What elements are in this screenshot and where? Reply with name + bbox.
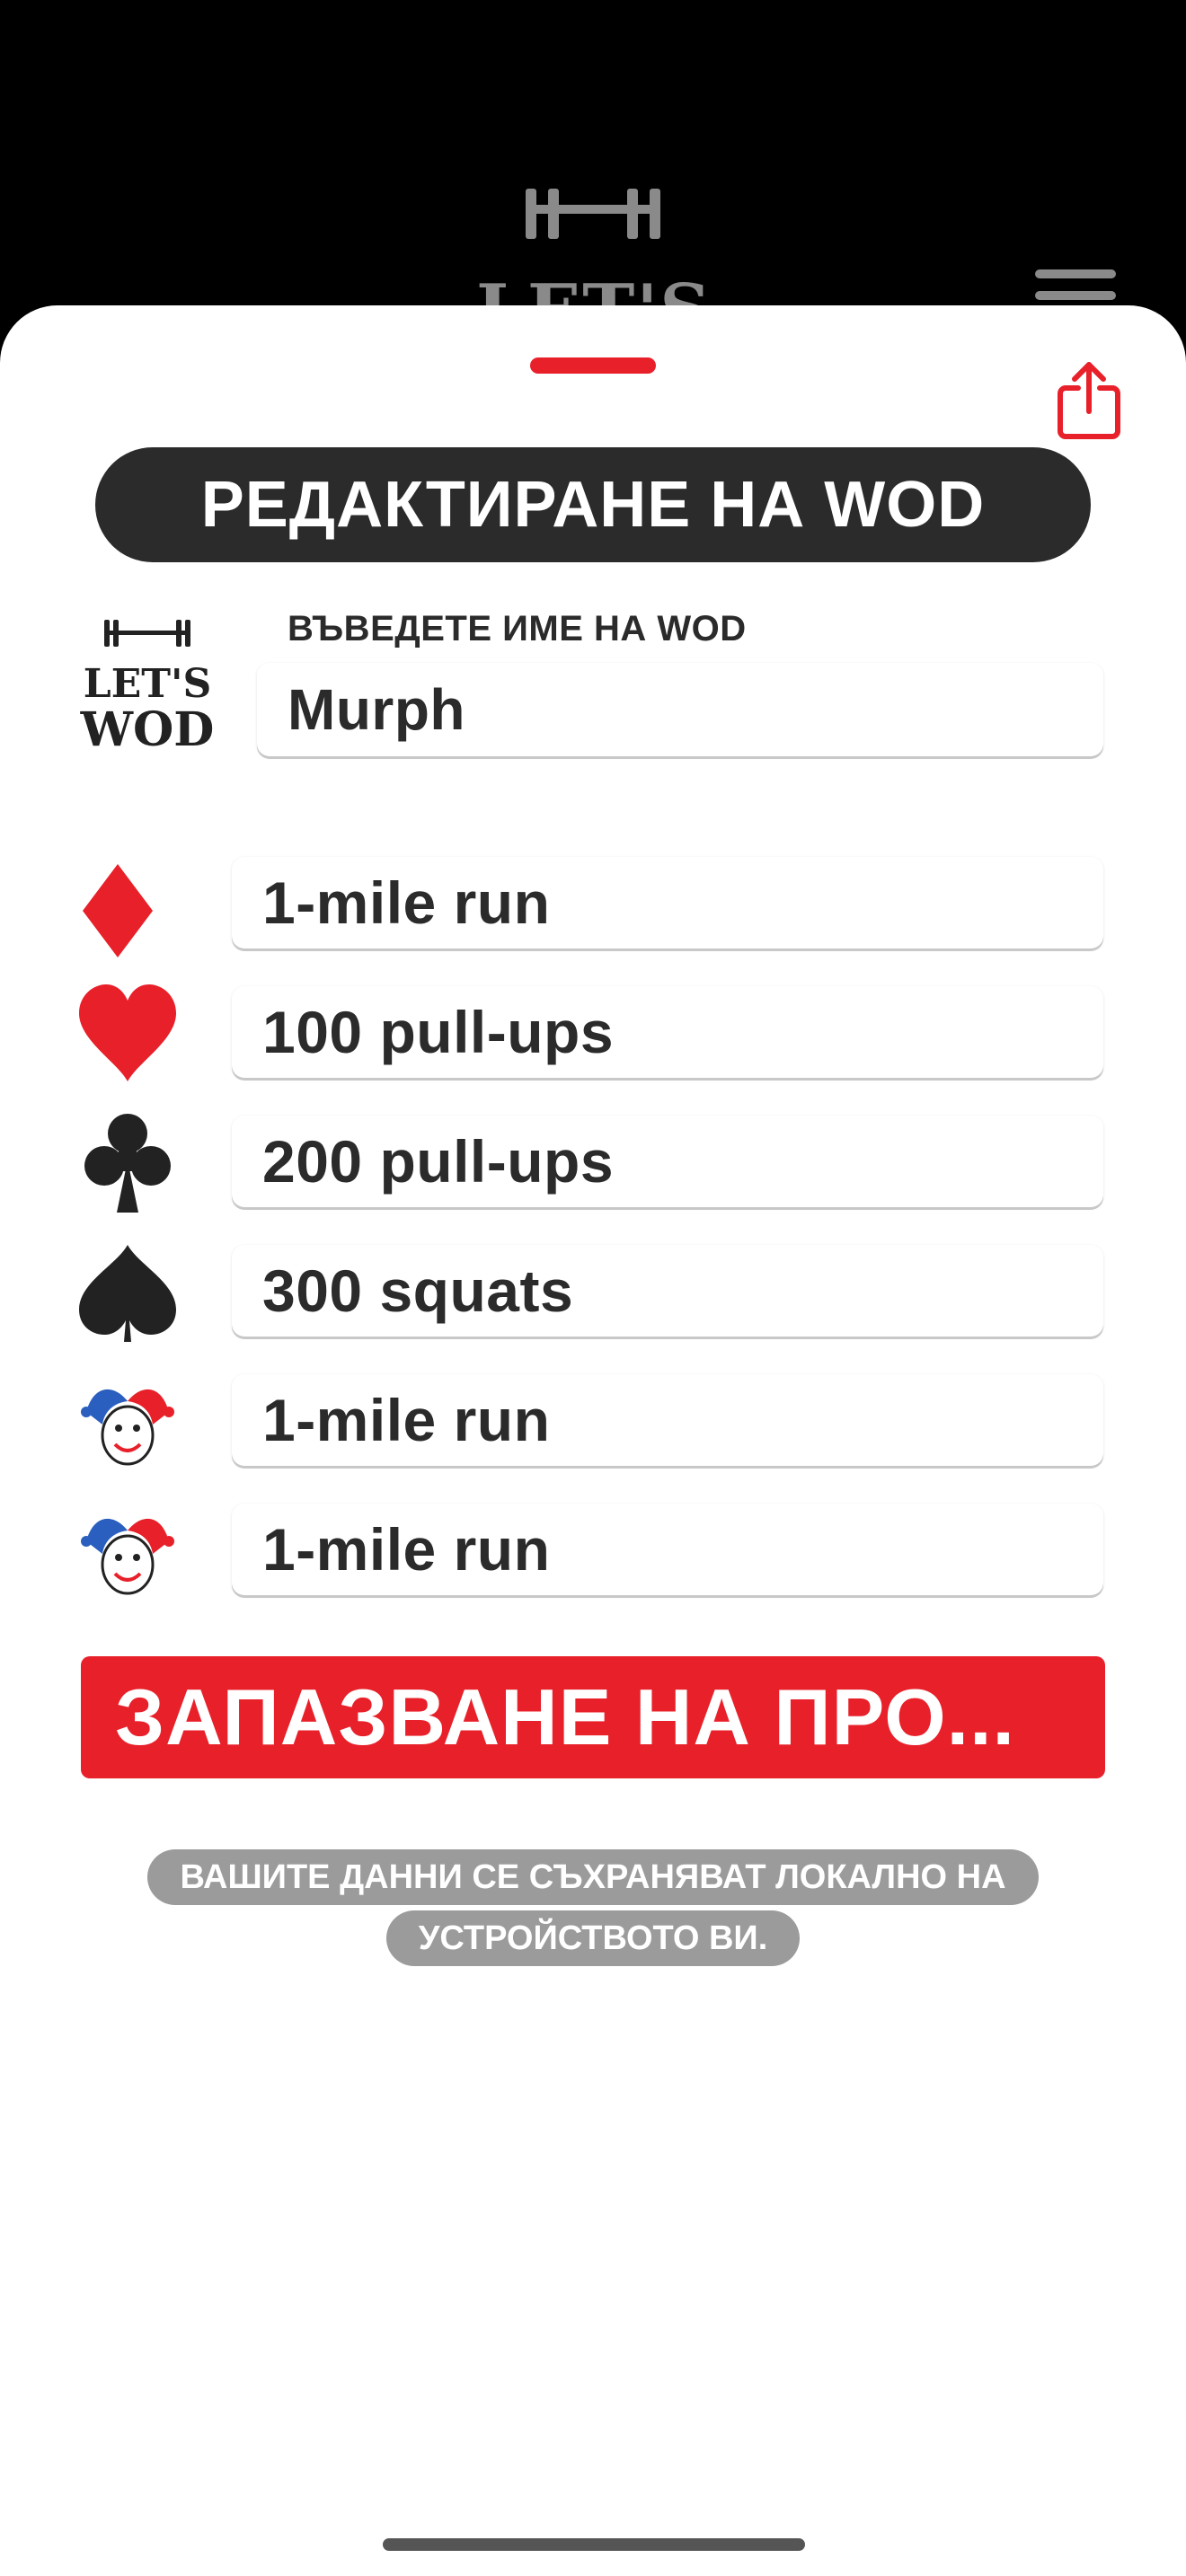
exercise-value: 100 pull-ups	[262, 999, 615, 1065]
wod-name-value: Murph	[288, 677, 465, 742]
lets-wod-logo: LET'S WOD	[77, 616, 217, 757]
wod-name-label: ВЪВЕДЕТЕ ИМЕ НА WOD	[288, 609, 747, 648]
local-storage-note-text: ВАШИТЕ ДАННИ СЕ СЪХРАНЯВАТ ЛОКАЛНО НА УС…	[147, 1849, 1039, 1966]
exercise-value: 300 squats	[262, 1257, 574, 1324]
exercise-field-4[interactable]: 300 squats	[232, 1245, 1103, 1337]
edit-wod-sheet: РЕДАКТИРАНЕ НА WOD LET'S WOD ВЪВЕДЕТЕ ИМ…	[0, 305, 1186, 2576]
exercise-field-5[interactable]: 1-mile run	[232, 1374, 1103, 1466]
share-icon[interactable]	[1053, 359, 1125, 440]
exercise-value: 1-mile run	[262, 1516, 551, 1583]
page-title: РЕДАКТИРАНЕ НА WOD	[95, 447, 1091, 562]
save-program-button[interactable]: ЗАПАЗВАНЕ НА ПРО...	[81, 1656, 1105, 1778]
club-suit-icon	[77, 1110, 183, 1216]
exercise-field-3[interactable]: 200 pull-ups	[232, 1116, 1103, 1207]
exercise-value: 1-mile run	[262, 869, 551, 936]
sheet-grabber[interactable]	[530, 357, 656, 374]
spade-suit-icon	[77, 1241, 183, 1347]
joker-icon	[77, 1505, 183, 1611]
home-indicator	[383, 2538, 805, 2551]
exercise-field-2[interactable]: 100 pull-ups	[232, 986, 1103, 1078]
exercise-field-6[interactable]: 1-mile run	[232, 1504, 1103, 1595]
wod-name-input[interactable]: Murph	[257, 663, 1103, 756]
joker-icon	[77, 1376, 183, 1482]
exercise-value: 1-mile run	[262, 1387, 551, 1453]
exercise-value: 200 pull-ups	[262, 1128, 615, 1195]
local-storage-note: ВАШИТЕ ДАННИ СЕ СЪХРАНЯВАТ ЛОКАЛНО НА УС…	[113, 1847, 1073, 1969]
heart-suit-icon	[77, 981, 183, 1087]
diamond-suit-icon	[77, 857, 183, 963]
exercise-field-1[interactable]: 1-mile run	[232, 857, 1103, 948]
